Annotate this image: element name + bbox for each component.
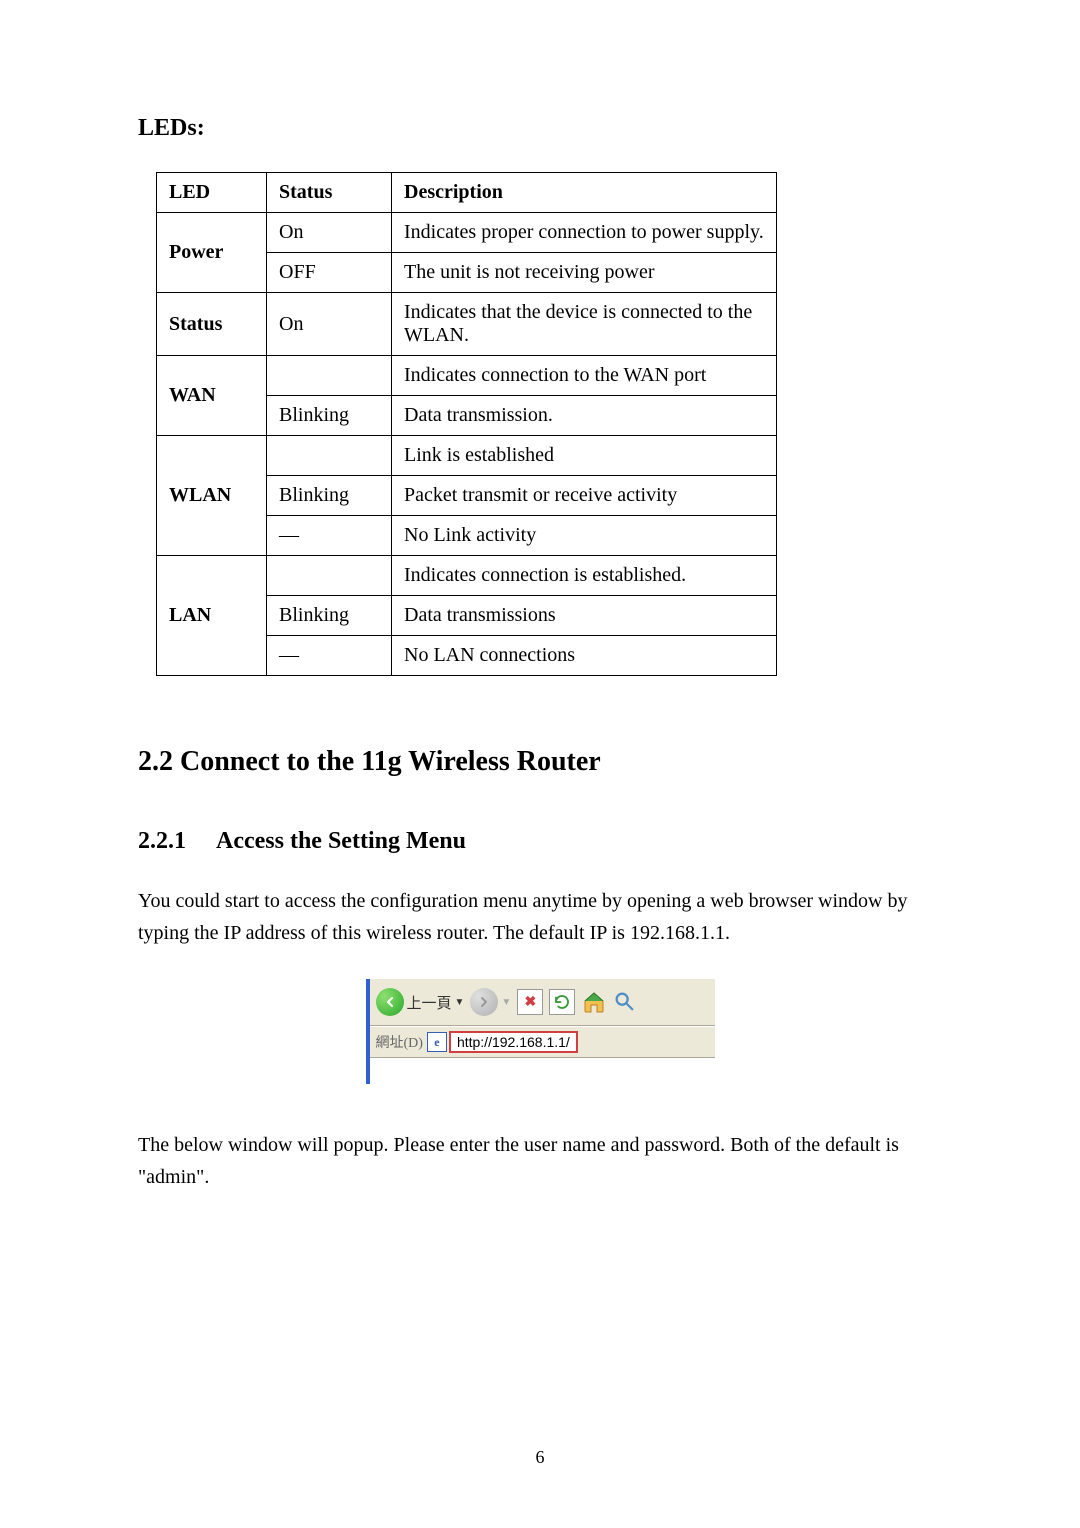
refresh-icon [553,993,571,1011]
cell-desc: Indicates connection to the WAN port [392,356,777,396]
search-button[interactable] [613,990,637,1014]
cell-led: WAN [157,356,267,436]
leds-table: LED Status Description Power On Indicate… [156,172,777,676]
back-label: 上一頁 [407,992,452,1013]
home-icon [581,990,607,1014]
cell-desc: Indicates connection is established. [392,556,777,596]
cell-status [267,356,392,396]
cell-desc: Packet transmit or receive activity [392,476,777,516]
table-row: WAN Indicates connection to the WAN port [157,356,777,396]
back-button[interactable]: 上一頁 ▼ [376,988,465,1016]
cell-desc: No Link activity [392,516,777,556]
forward-arrow-icon [470,988,498,1016]
browser-content [370,1058,715,1078]
cell-desc: The unit is not receiving power [392,253,777,293]
cell-desc: Indicates that the device is connected t… [392,293,777,356]
cell-led: Status [157,293,267,356]
forward-button[interactable]: ▼ [470,988,511,1016]
section-2-2-1-heading: 2.2.1 Access the Setting Menu [138,828,942,855]
ie-page-icon: e [427,1032,447,1052]
cell-desc: Data transmissions [392,596,777,636]
cell-led: WLAN [157,436,267,556]
cell-status: OFF [267,253,392,293]
cell-led: Power [157,213,267,293]
cell-status: Blinking [267,596,392,636]
cell-led: LAN [157,556,267,676]
table-row: LAN Indicates connection is established. [157,556,777,596]
address-label: 網址(D) [376,1032,423,1052]
section-title: Access the Setting Menu [216,828,466,854]
dropdown-icon: ▼ [501,997,511,1008]
cell-status: Blinking [267,396,392,436]
th-led: LED [157,173,267,213]
cell-desc: Data transmission. [392,396,777,436]
cell-status [267,556,392,596]
home-button[interactable] [581,990,607,1014]
paragraph-2: The below window will popup. Please ente… [138,1129,942,1193]
page-number: 6 [0,1447,1080,1468]
refresh-button[interactable] [549,989,575,1015]
cell-status: — [267,636,392,676]
cell-status: — [267,516,392,556]
back-arrow-icon [376,988,404,1016]
th-status: Status [267,173,392,213]
stop-icon: ✖ [524,994,536,1011]
section-2-2-heading: 2.2 Connect to the 11g Wireless Router [138,746,942,778]
paragraph-1: You could start to access the configurat… [138,885,942,949]
cell-desc: No LAN connections [392,636,777,676]
stop-button[interactable]: ✖ [517,989,543,1015]
cell-status: On [267,293,392,356]
table-header-row: LED Status Description [157,173,777,213]
th-desc: Description [392,173,777,213]
table-row: WLAN Link is established [157,436,777,476]
address-bar: 網址(D) e http://192.168.1.1/ [370,1026,715,1058]
cell-status: On [267,213,392,253]
search-icon [613,990,635,1012]
table-row: Power On Indicates proper connection to … [157,213,777,253]
browser-screenshot: 上一頁 ▼ ▼ ✖ 網址(D) e [366,979,715,1084]
cell-desc: Indicates proper connection to power sup… [392,213,777,253]
table-row: Status On Indicates that the device is c… [157,293,777,356]
url-input[interactable]: http://192.168.1.1/ [449,1031,578,1053]
browser-toolbar: 上一頁 ▼ ▼ ✖ [370,979,715,1026]
cell-status [267,436,392,476]
cell-status: Blinking [267,476,392,516]
section-number: 2.2.1 [138,828,186,854]
leds-heading: LEDs: [138,115,942,142]
dropdown-icon: ▼ [455,997,465,1008]
cell-desc: Link is established [392,436,777,476]
